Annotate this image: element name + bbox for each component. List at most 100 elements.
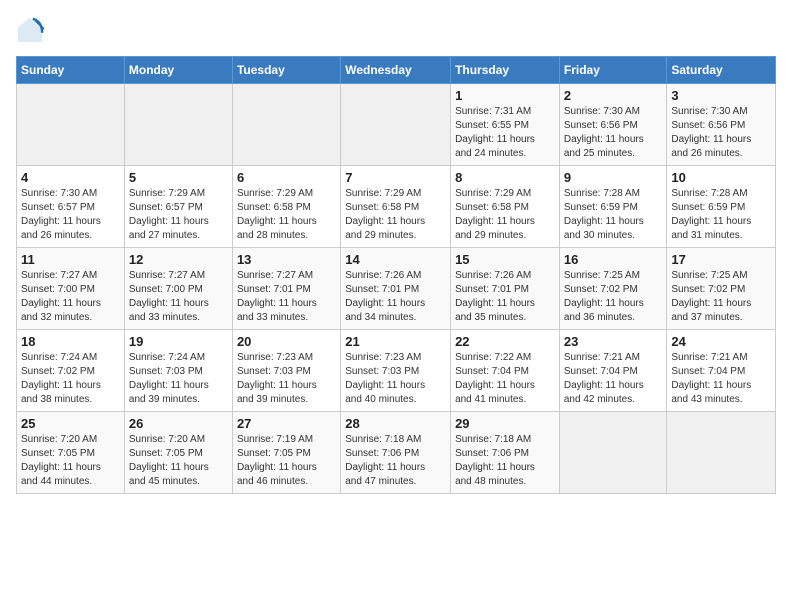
- week-row-3: 11 Sunrise: 7:27 AM Sunset: 7:00 PM Dayli…: [17, 248, 776, 330]
- day-info: Sunrise: 7:21 AM Sunset: 7:04 PM Dayligh…: [671, 351, 771, 407]
- logo-icon: [16, 16, 44, 44]
- day-info: Sunrise: 7:29 AM Sunset: 6:58 PM Dayligh…: [455, 187, 555, 243]
- day-cell: 19 Sunrise: 7:24 AM Sunset: 7:03 PM Dayli…: [124, 330, 232, 412]
- day-info: Sunrise: 7:22 AM Sunset: 7:04 PM Dayligh…: [455, 351, 555, 407]
- day-cell: 1Sunrise: 7:31 AM Sunset: 6:55 PM Daylig…: [451, 84, 560, 166]
- day-cell: 15 Sunrise: 7:26 AM Sunset: 7:01 PM Dayli…: [451, 248, 560, 330]
- page-header: [16, 16, 776, 44]
- day-info: Sunrise: 7:29 AM Sunset: 6:57 PM Dayligh…: [129, 187, 228, 243]
- day-info: Sunrise: 7:20 AM Sunset: 7:05 PM Dayligh…: [129, 433, 228, 489]
- day-number: 27: [237, 416, 336, 431]
- day-number: 26: [129, 416, 228, 431]
- day-number: 11: [21, 252, 120, 267]
- day-cell: 6Sunrise: 7:29 AM Sunset: 6:58 PM Daylig…: [232, 166, 340, 248]
- calendar-header: SundayMondayTuesdayWednesdayThursdayFrid…: [17, 57, 776, 84]
- column-header-saturday: Saturday: [667, 57, 776, 84]
- day-number: 5: [129, 170, 228, 185]
- column-header-wednesday: Wednesday: [341, 57, 451, 84]
- day-cell: 23Sunrise: 7:21 AM Sunset: 7:04 PM Dayli…: [559, 330, 667, 412]
- day-number: 19: [129, 334, 228, 349]
- day-number: 15: [455, 252, 555, 267]
- day-number: 13: [237, 252, 336, 267]
- day-info: Sunrise: 7:25 AM Sunset: 7:02 PM Dayligh…: [564, 269, 663, 325]
- column-header-sunday: Sunday: [17, 57, 125, 84]
- day-cell: 25 Sunrise: 7:20 AM Sunset: 7:05 PM Dayli…: [17, 412, 125, 494]
- day-number: 10: [671, 170, 771, 185]
- day-cell: 16 Sunrise: 7:25 AM Sunset: 7:02 PM Dayli…: [559, 248, 667, 330]
- day-cell: 29Sunrise: 7:18 AM Sunset: 7:06 PM Dayli…: [451, 412, 560, 494]
- day-number: 21: [345, 334, 446, 349]
- day-cell: 8 Sunrise: 7:29 AM Sunset: 6:58 PM Daylig…: [451, 166, 560, 248]
- column-header-monday: Monday: [124, 57, 232, 84]
- day-info: Sunrise: 7:24 AM Sunset: 7:03 PM Dayligh…: [129, 351, 228, 407]
- day-info: Sunrise: 7:18 AM Sunset: 7:06 PM Dayligh…: [345, 433, 446, 489]
- column-header-thursday: Thursday: [451, 57, 560, 84]
- day-number: 4: [21, 170, 120, 185]
- day-info: Sunrise: 7:28 AM Sunset: 6:59 PM Dayligh…: [564, 187, 663, 243]
- day-cell: 9 Sunrise: 7:28 AM Sunset: 6:59 PM Daylig…: [559, 166, 667, 248]
- day-cell: 10 Sunrise: 7:28 AM Sunset: 6:59 PM Dayli…: [667, 166, 776, 248]
- day-number: 1: [455, 88, 555, 103]
- day-info: Sunrise: 7:30 AM Sunset: 6:56 PM Dayligh…: [671, 105, 771, 161]
- day-cell: 21 Sunrise: 7:23 AM Sunset: 7:03 PM Dayli…: [341, 330, 451, 412]
- calendar-body: 1Sunrise: 7:31 AM Sunset: 6:55 PM Daylig…: [17, 84, 776, 494]
- day-cell: [232, 84, 340, 166]
- week-row-5: 25 Sunrise: 7:20 AM Sunset: 7:05 PM Dayli…: [17, 412, 776, 494]
- day-info: Sunrise: 7:23 AM Sunset: 7:03 PM Dayligh…: [237, 351, 336, 407]
- day-cell: [17, 84, 125, 166]
- day-cell: 5 Sunrise: 7:29 AM Sunset: 6:57 PM Daylig…: [124, 166, 232, 248]
- day-info: Sunrise: 7:27 AM Sunset: 7:01 PM Dayligh…: [237, 269, 336, 325]
- day-cell: [341, 84, 451, 166]
- day-cell: 20 Sunrise: 7:23 AM Sunset: 7:03 PM Dayli…: [232, 330, 340, 412]
- day-info: Sunrise: 7:29 AM Sunset: 6:58 PM Dayligh…: [237, 187, 336, 243]
- day-number: 28: [345, 416, 446, 431]
- calendar-table: SundayMondayTuesdayWednesdayThursdayFrid…: [16, 56, 776, 494]
- day-number: 9: [564, 170, 663, 185]
- day-cell: 11 Sunrise: 7:27 AM Sunset: 7:00 PM Dayli…: [17, 248, 125, 330]
- day-number: 7: [345, 170, 446, 185]
- day-info: Sunrise: 7:27 AM Sunset: 7:00 PM Dayligh…: [21, 269, 120, 325]
- week-row-2: 4 Sunrise: 7:30 AM Sunset: 6:57 PM Daylig…: [17, 166, 776, 248]
- day-info: Sunrise: 7:25 AM Sunset: 7:02 PM Dayligh…: [671, 269, 771, 325]
- day-cell: 13 Sunrise: 7:27 AM Sunset: 7:01 PM Dayli…: [232, 248, 340, 330]
- day-cell: 26 Sunrise: 7:20 AM Sunset: 7:05 PM Dayli…: [124, 412, 232, 494]
- day-cell: 3Sunrise: 7:30 AM Sunset: 6:56 PM Daylig…: [667, 84, 776, 166]
- day-cell: 18 Sunrise: 7:24 AM Sunset: 7:02 PM Dayli…: [17, 330, 125, 412]
- day-info: Sunrise: 7:24 AM Sunset: 7:02 PM Dayligh…: [21, 351, 120, 407]
- day-info: Sunrise: 7:26 AM Sunset: 7:01 PM Dayligh…: [345, 269, 446, 325]
- day-number: 14: [345, 252, 446, 267]
- day-info: Sunrise: 7:21 AM Sunset: 7:04 PM Dayligh…: [564, 351, 663, 407]
- column-header-friday: Friday: [559, 57, 667, 84]
- day-cell: [559, 412, 667, 494]
- day-info: Sunrise: 7:19 AM Sunset: 7:05 PM Dayligh…: [237, 433, 336, 489]
- day-cell: 4 Sunrise: 7:30 AM Sunset: 6:57 PM Daylig…: [17, 166, 125, 248]
- day-number: 12: [129, 252, 228, 267]
- day-cell: [667, 412, 776, 494]
- day-info: Sunrise: 7:20 AM Sunset: 7:05 PM Dayligh…: [21, 433, 120, 489]
- day-number: 8: [455, 170, 555, 185]
- day-cell: 12 Sunrise: 7:27 AM Sunset: 7:00 PM Dayli…: [124, 248, 232, 330]
- day-info: Sunrise: 7:23 AM Sunset: 7:03 PM Dayligh…: [345, 351, 446, 407]
- day-number: 20: [237, 334, 336, 349]
- day-info: Sunrise: 7:30 AM Sunset: 6:57 PM Dayligh…: [21, 187, 120, 243]
- column-header-tuesday: Tuesday: [232, 57, 340, 84]
- day-cell: 2Sunrise: 7:30 AM Sunset: 6:56 PM Daylig…: [559, 84, 667, 166]
- week-row-1: 1Sunrise: 7:31 AM Sunset: 6:55 PM Daylig…: [17, 84, 776, 166]
- day-info: Sunrise: 7:26 AM Sunset: 7:01 PM Dayligh…: [455, 269, 555, 325]
- day-number: 24: [671, 334, 771, 349]
- day-info: Sunrise: 7:30 AM Sunset: 6:56 PM Dayligh…: [564, 105, 663, 161]
- day-cell: 27 Sunrise: 7:19 AM Sunset: 7:05 PM Dayli…: [232, 412, 340, 494]
- day-info: Sunrise: 7:29 AM Sunset: 6:58 PM Dayligh…: [345, 187, 446, 243]
- day-cell: 28 Sunrise: 7:18 AM Sunset: 7:06 PM Dayli…: [341, 412, 451, 494]
- day-number: 29: [455, 416, 555, 431]
- day-cell: 24 Sunrise: 7:21 AM Sunset: 7:04 PM Dayli…: [667, 330, 776, 412]
- day-cell: 22Sunrise: 7:22 AM Sunset: 7:04 PM Dayli…: [451, 330, 560, 412]
- day-info: Sunrise: 7:27 AM Sunset: 7:00 PM Dayligh…: [129, 269, 228, 325]
- day-number: 16: [564, 252, 663, 267]
- day-number: 18: [21, 334, 120, 349]
- header-row: SundayMondayTuesdayWednesdayThursdayFrid…: [17, 57, 776, 84]
- day-cell: [124, 84, 232, 166]
- day-number: 25: [21, 416, 120, 431]
- day-cell: 7 Sunrise: 7:29 AM Sunset: 6:58 PM Daylig…: [341, 166, 451, 248]
- day-info: Sunrise: 7:28 AM Sunset: 6:59 PM Dayligh…: [671, 187, 771, 243]
